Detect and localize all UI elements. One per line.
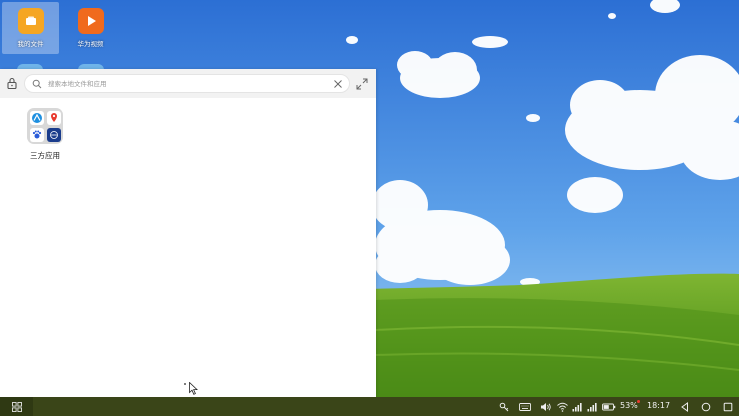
desktop-icon-huawei-video[interactable]: 华为视频 (62, 2, 119, 54)
back-icon[interactable] (680, 402, 690, 412)
desktop-icon-my-files[interactable]: 我的文件 (2, 2, 59, 54)
search-icon (32, 79, 42, 88)
cursor-trail-dot (184, 383, 186, 385)
search-field[interactable] (24, 74, 350, 93)
volume-icon[interactable] (540, 402, 552, 412)
folder-label: 三方应用 (30, 151, 60, 160)
expand-icon[interactable] (356, 78, 368, 90)
signal-icon (572, 403, 582, 412)
search-input[interactable] (48, 79, 333, 88)
battery-level-fill (603, 405, 609, 409)
app-grid-icon (11, 401, 22, 412)
notification-dot (637, 400, 640, 403)
launcher-search-bar (0, 69, 376, 98)
start-button[interactable] (0, 397, 33, 416)
recent-apps-icon[interactable] (723, 402, 733, 412)
clock[interactable]: 18:17 (647, 401, 670, 410)
wifi-icon[interactable] (557, 402, 568, 412)
keyboard-icon[interactable] (519, 402, 531, 412)
close-icon[interactable] (333, 79, 343, 89)
app-icon (47, 128, 61, 142)
desktop-icon-label: 华为视频 (77, 40, 104, 48)
map-pin-icon (47, 111, 61, 125)
mouse-cursor-icon (189, 382, 198, 395)
app-launcher-panel: 三方应用 (0, 69, 376, 397)
vpn-key-icon[interactable] (499, 402, 510, 412)
taskbar: 53% 18:17 (0, 397, 739, 416)
signal-icon (587, 403, 597, 412)
browser-icon (30, 111, 44, 125)
folder-icon (17, 8, 44, 34)
battery-percent: 53% (620, 401, 638, 410)
lock-icon[interactable] (5, 76, 19, 90)
play-icon (77, 8, 104, 34)
app-folder-third-party[interactable]: 三方应用 (24, 108, 66, 164)
baidu-icon (30, 128, 44, 142)
folder-preview-grid (27, 108, 63, 144)
desktop-icon-label: 我的文件 (17, 40, 44, 48)
battery-icon[interactable] (602, 402, 616, 412)
home-icon[interactable] (701, 402, 711, 412)
